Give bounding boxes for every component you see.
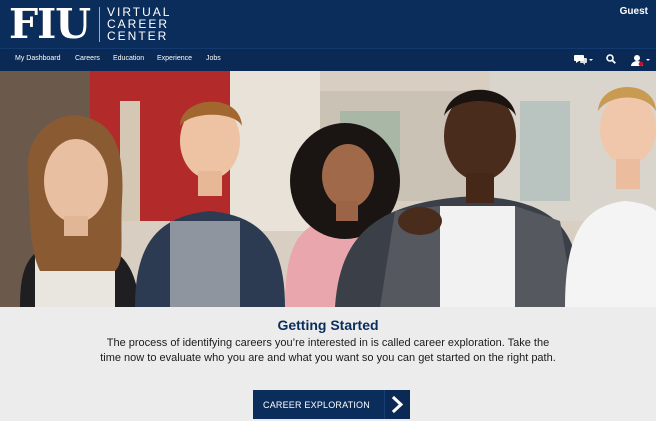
- career-exploration-button[interactable]: CAREER EXPLORATION: [253, 390, 410, 419]
- logo-line-3: CENTER: [107, 29, 169, 43]
- search-icon[interactable]: [606, 54, 616, 66]
- section-title: Getting Started: [277, 317, 379, 333]
- nav-item-jobs[interactable]: Jobs: [206, 55, 221, 62]
- hero-photo: [0, 71, 656, 307]
- chat-icon[interactable]: [574, 54, 594, 68]
- career-exploration-label: CAREER EXPLORATION: [263, 400, 370, 410]
- main-nav: My Dashboard Careers Education Experienc…: [0, 48, 656, 71]
- chevron-glyph: [391, 395, 404, 414]
- chat-glyph: [574, 55, 593, 65]
- logo-divider: [99, 7, 100, 42]
- search-glyph: [606, 54, 616, 64]
- user-glyph: [631, 55, 650, 67]
- students-illustration: [0, 71, 656, 307]
- logo-subtitle: VIRTUAL CAREER CENTER: [107, 6, 171, 42]
- nav-item-careers[interactable]: Careers: [75, 55, 100, 62]
- nav-item-experience[interactable]: Experience: [157, 55, 192, 62]
- chevron-right-icon: [384, 390, 410, 419]
- user-greeting[interactable]: Guest: [620, 6, 648, 17]
- nav-item-education[interactable]: Education: [113, 55, 144, 62]
- top-header: FIU VIRTUAL CAREER CENTER Guest: [0, 0, 656, 48]
- section-description: The process of identifying careers you’r…: [100, 337, 556, 364]
- fiu-logo[interactable]: FIU: [9, 0, 91, 48]
- user-icon[interactable]: [631, 54, 653, 70]
- nav-item-dashboard[interactable]: My Dashboard: [15, 55, 61, 62]
- logo-wordmark: FIU: [9, 0, 91, 48]
